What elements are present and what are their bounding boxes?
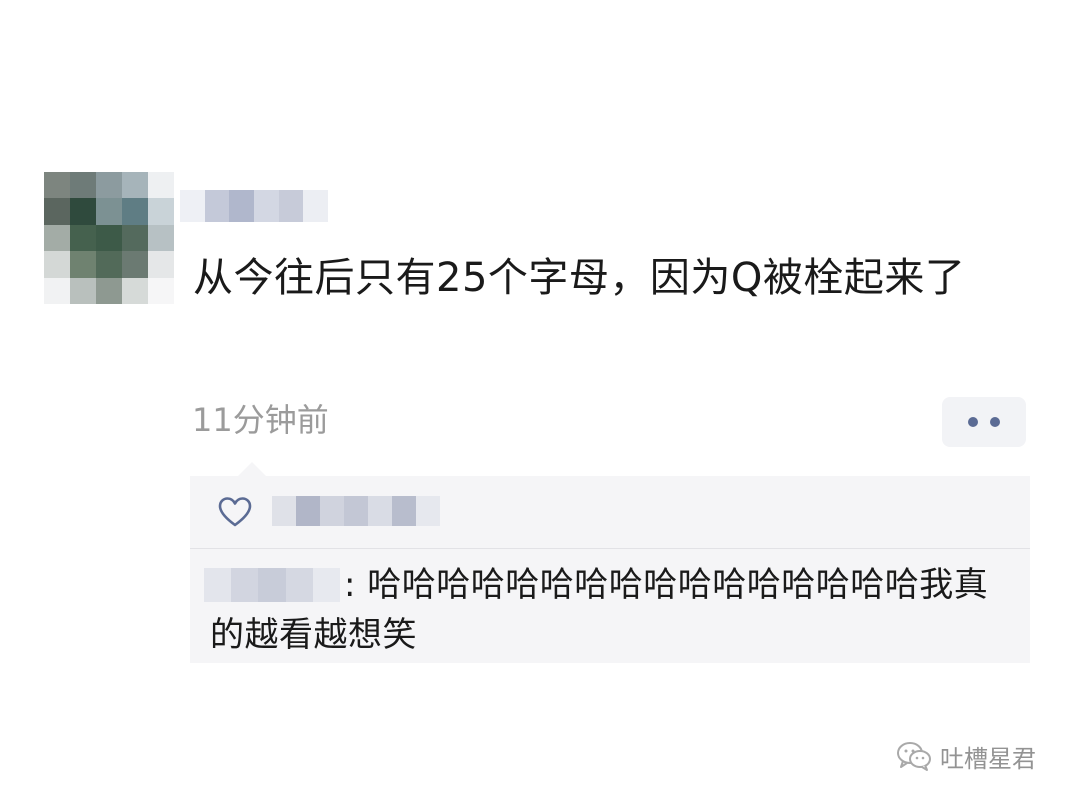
avatar[interactable]: [44, 172, 174, 304]
comment-separator: :: [344, 565, 356, 605]
comment-body: 哈哈哈哈哈哈哈哈哈哈哈哈哈哈哈哈我真的越看越想笑: [210, 565, 989, 655]
wechat-icon: [897, 742, 931, 771]
post-timestamp: 11分钟前: [192, 401, 329, 439]
comment-text: : 哈哈哈哈哈哈哈哈哈哈哈哈哈哈哈哈我真的越看越想笑: [210, 560, 1010, 660]
post-text: 从今往后只有25个字母，因为Q被栓起来了: [193, 255, 966, 301]
watermark: 吐槽星君: [896, 734, 1036, 778]
username-blurred[interactable]: [180, 190, 329, 222]
likers-blurred[interactable]: [272, 496, 440, 526]
comment-section: : 哈哈哈哈哈哈哈哈哈哈哈哈哈哈哈哈我真的越看越想笑: [190, 462, 1030, 663]
like-row: [190, 476, 1030, 549]
more-button[interactable]: [942, 397, 1026, 447]
more-dots-icon: [968, 417, 978, 427]
watermark-label: 吐槽星君: [940, 744, 1036, 773]
heart-outline-icon[interactable]: [218, 496, 252, 528]
